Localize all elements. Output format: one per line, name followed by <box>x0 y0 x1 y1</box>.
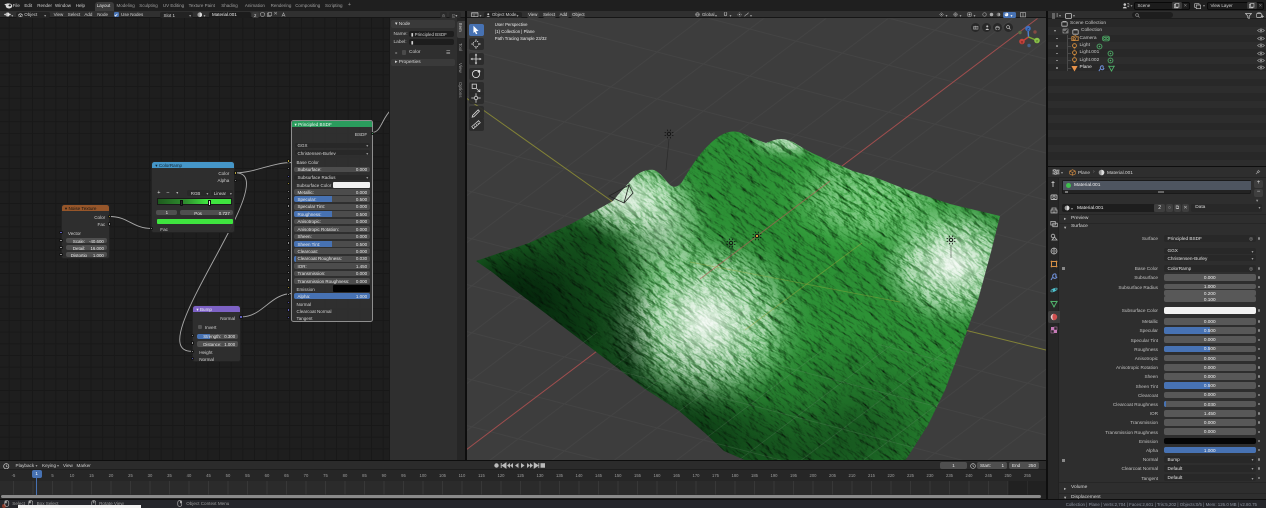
svg-text:X: X <box>1021 39 1024 44</box>
svg-text:Y: Y <box>1036 38 1039 43</box>
